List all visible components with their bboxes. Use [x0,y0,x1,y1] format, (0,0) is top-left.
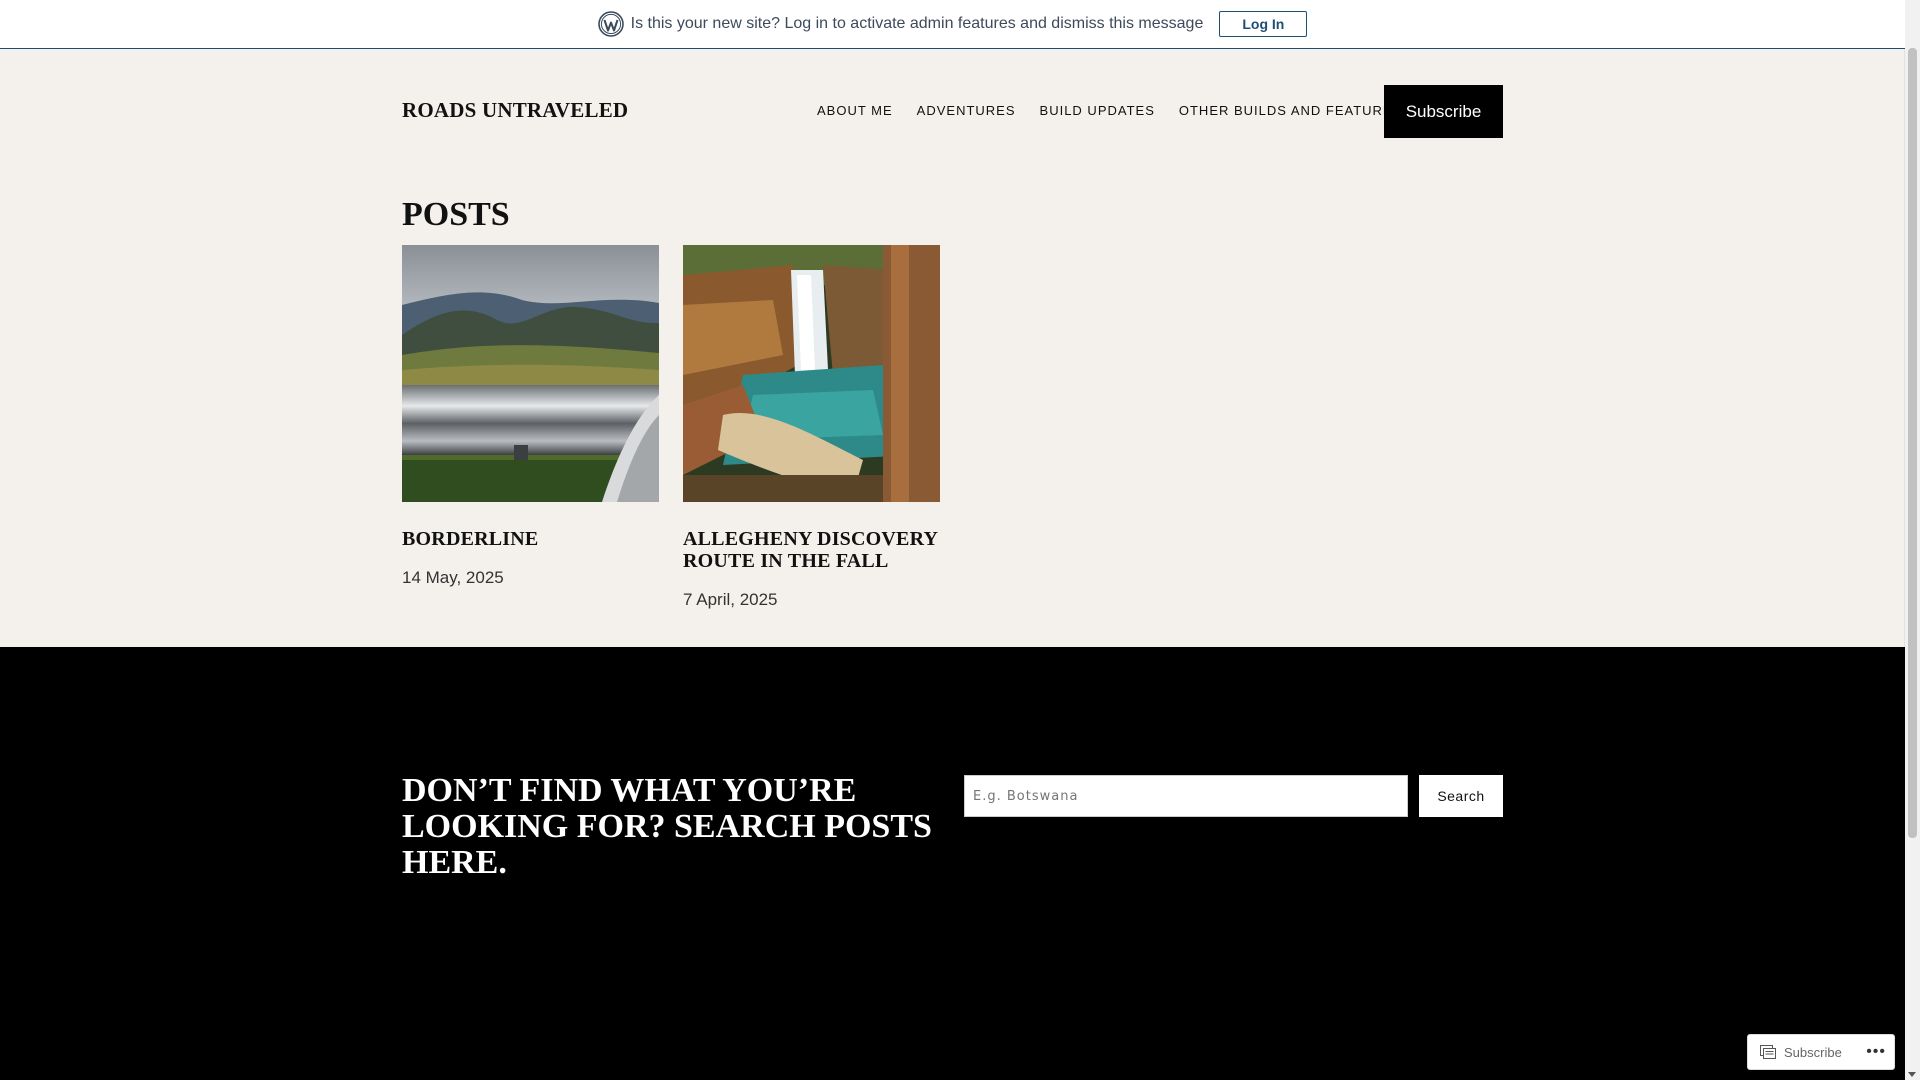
scrollbar[interactable] [1904,0,1920,1080]
page-title: POSTS [402,196,510,233]
nav-item-about-me[interactable]: ABOUT ME [817,103,893,118]
subscribe-button[interactable]: Subscribe [1384,85,1503,138]
admin-notice-bar: Is this your new site? Log in to activat… [0,0,1905,49]
post-thumbnail[interactable] [402,245,659,502]
search-input[interactable] [964,775,1408,817]
post-thumbnail[interactable] [683,245,940,502]
search-cta-heading: DON’T FIND WHAT YOU’RE LOOKING FOR? SEAR… [402,772,932,881]
site-title[interactable]: ROADS UNTRAVELED [402,98,628,123]
scrollbar-thumb[interactable] [1908,48,1917,838]
reader-icon[interactable] [1760,1045,1776,1059]
post-date: 14 May, 2025 [402,568,504,587]
scroll-down-icon[interactable] [1908,1072,1916,1077]
more-dots-icon[interactable]: ••• [1866,1043,1886,1061]
post-title[interactable]: BORDERLINE [402,528,659,550]
post-title[interactable]: ALLEGHENY DISCOVERY ROUTE IN THE FALL [683,528,940,572]
nav-item-other-builds[interactable]: OTHER BUILDS AND FEATURES [1179,103,1402,118]
login-button[interactable]: Log In [1219,11,1308,37]
nav-item-build-updates[interactable]: BUILD UPDATES [1040,103,1155,118]
notice-message: Is this your new site? Log in to activat… [630,15,1204,32]
floating-subscribe-bar: Subscribe ••• [1747,1034,1895,1070]
post-card: ALLEGHENY DISCOVERY ROUTE IN THE FALL 7 … [683,245,940,610]
footer-search-section: DON’T FIND WHAT YOU’RE LOOKING FOR? SEAR… [0,647,1905,1080]
post-date: 7 April, 2025 [683,590,778,609]
nav-item-adventures[interactable]: ADVENTURES [917,103,1016,118]
search-button[interactable]: Search [1419,775,1503,817]
wordpress-logo-icon [597,11,624,37]
floating-subscribe-button[interactable]: Subscribe [1784,1045,1842,1060]
post-card: BORDERLINE 14 May, 2025 [402,245,659,588]
main-nav: ABOUT ME ADVENTURES BUILD UPDATES OTHER … [817,103,1402,118]
